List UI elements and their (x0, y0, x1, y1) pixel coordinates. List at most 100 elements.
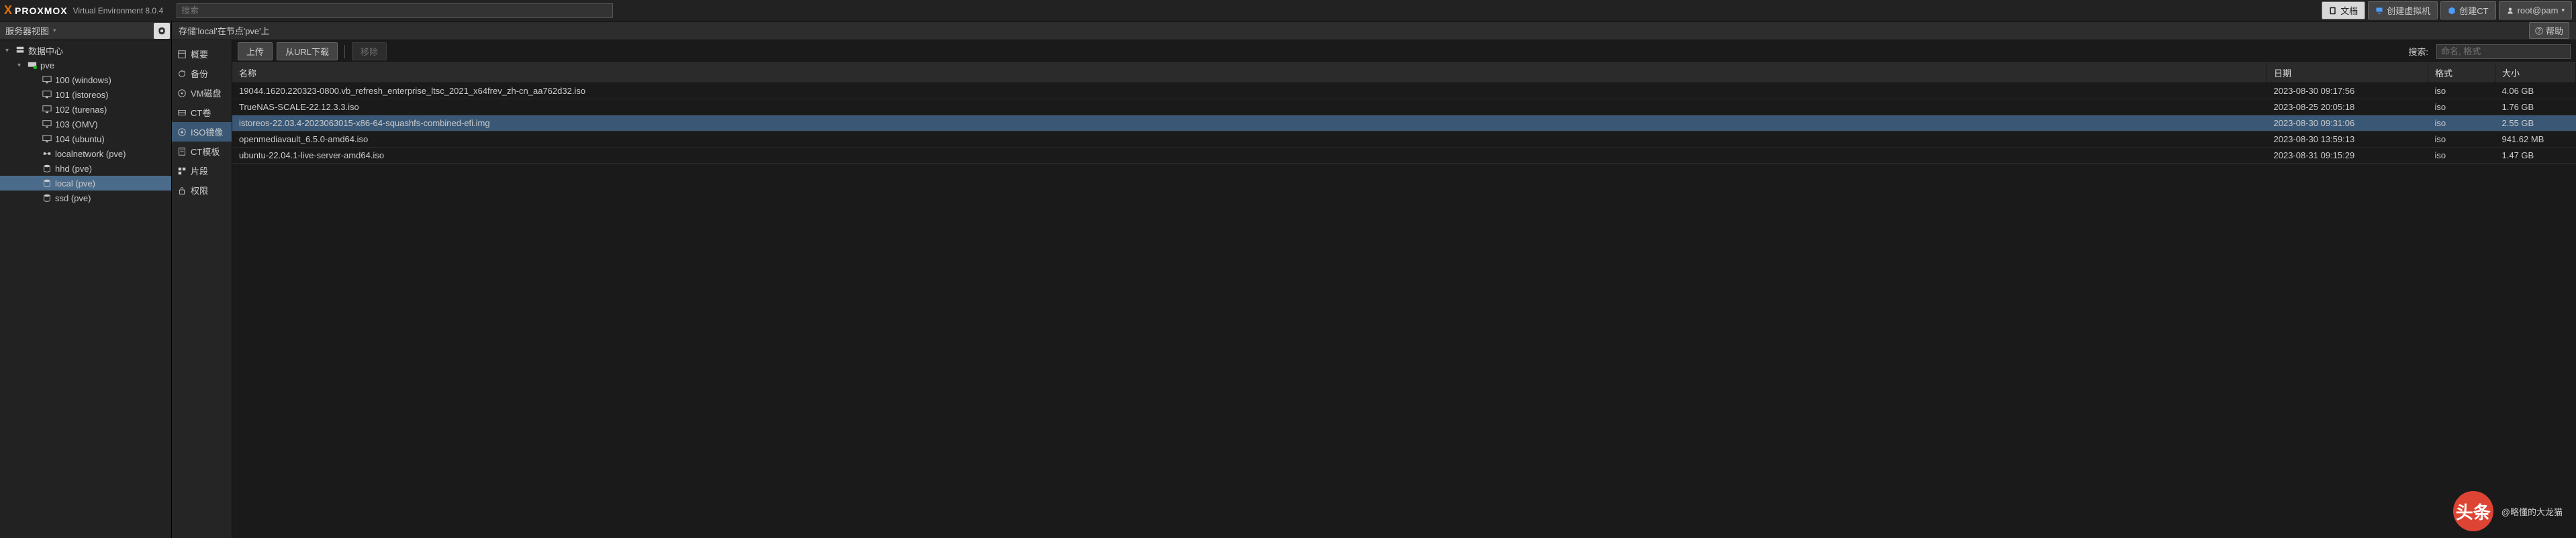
col-format[interactable]: 格式 (2428, 63, 2495, 83)
table-row[interactable]: 19044.1620.220323-0800.vb_refresh_enterp… (232, 83, 2576, 99)
cell-format: iso (2428, 148, 2495, 164)
sidebar-item-iso[interactable]: ISO镜像 (172, 122, 232, 142)
network-icon (42, 149, 52, 158)
iso-table: 名称 日期 格式 大小 19044.1620.220323-0800.vb_re… (232, 63, 2576, 164)
tree-vm-101[interactable]: 101 (istoreos) (0, 87, 171, 102)
database-icon (42, 178, 52, 188)
table-row[interactable]: ubuntu-22.04.1-live-server-amd64.iso2023… (232, 148, 2576, 164)
create-vm-button[interactable]: 创建虚拟机 (2368, 1, 2438, 19)
tree-storage[interactable]: ssd (pve) (0, 191, 171, 205)
sidebar-item-ctvol[interactable]: CT卷 (172, 103, 232, 122)
snippet-icon (177, 166, 187, 176)
disk-icon (177, 89, 187, 98)
content-panel: 存储'local'在节点'pve'上 ? 帮助 概要备份 VM磁盘 CT卷 ISO镜像… (172, 21, 2576, 538)
table-row[interactable]: openmediavault_6.5.0-amd64.iso2023-08-30… (232, 131, 2576, 148)
resource-tree: ▾ 数据中心 ▾ pve 100 (windows) 101 (istoreos)… (0, 40, 171, 208)
content-title-bar: 存储'local'在节点'pve'上 ? 帮助 (172, 21, 2576, 40)
chevron-down-icon: ▾ (53, 27, 56, 34)
cell-name: TrueNAS-SCALE-22.12.3.3.iso (232, 99, 2267, 115)
sidebar-item-label: 概要 (191, 48, 208, 60)
help-button[interactable]: ? 帮助 (2529, 22, 2569, 39)
sidebar-item-tmpl[interactable]: CT模板 (172, 142, 232, 161)
tree-view-label: 服务器视图 (5, 24, 49, 37)
book-icon (2329, 7, 2337, 15)
perm-icon (177, 186, 187, 195)
tree-vm-104[interactable]: 104 (ubuntu) (0, 131, 171, 146)
sidebar-item-backup[interactable]: 备份 (172, 64, 232, 83)
database-icon (42, 193, 52, 203)
create-ct-label: 创建CT (2459, 4, 2488, 17)
tree-storage[interactable]: localnetwork (pve) (0, 146, 171, 161)
content-title: 存储'local'在节点'pve'上 (179, 24, 270, 37)
sidebar-item-label: 备份 (191, 67, 208, 80)
database-icon (42, 164, 52, 173)
sidebar-item-disk[interactable]: VM磁盘 (172, 83, 232, 103)
create-vm-label: 创建虚拟机 (2387, 4, 2430, 17)
search-label: 搜索: (2408, 45, 2428, 58)
caret-down-icon: ▾ (5, 47, 12, 54)
cell-size: 941.62 MB (2495, 131, 2576, 148)
docs-label: 文档 (2340, 4, 2358, 17)
tree-vm-102[interactable]: 102 (turenas) (0, 102, 171, 117)
tree-settings-button[interactable] (154, 23, 170, 39)
node-online-icon (28, 60, 37, 70)
sidebar-item-label: 权限 (191, 184, 208, 197)
cell-size: 4.06 GB (2495, 83, 2576, 99)
sidebar-item-snippet[interactable]: 片段 (172, 161, 232, 180)
cell-name: openmediavault_6.5.0-amd64.iso (232, 131, 2267, 148)
cell-format: iso (2428, 83, 2495, 99)
tree-storage[interactable]: local (pve) (0, 176, 171, 191)
ctvol-icon (177, 108, 187, 117)
node-label: 数据中心 (28, 44, 63, 57)
table-row[interactable]: istoreos-22.03.4-2023063015-x86-64-squas… (232, 115, 2576, 131)
node-label: pve (40, 60, 54, 70)
sidebar-item-label: CT模板 (191, 145, 220, 158)
col-date[interactable]: 日期 (2267, 63, 2428, 83)
global-search-input[interactable] (177, 3, 613, 18)
col-name[interactable]: 名称 (232, 63, 2267, 83)
sidebar-item-summary[interactable]: 概要 (172, 44, 232, 64)
sidebar-item-label: ISO镜像 (191, 125, 223, 138)
upload-button[interactable]: 上传 (238, 42, 273, 60)
tree-view-selector[interactable]: 服务器视图 ▾ (0, 21, 171, 40)
table-toolbar: 上传 从URL下载 移除 搜索: (232, 40, 2576, 63)
tree-datacenter[interactable]: ▾ 数据中心 (0, 43, 171, 58)
sidebar-item-label: VM磁盘 (191, 87, 222, 99)
remove-button[interactable]: 移除 (352, 42, 387, 60)
tree-vm-103[interactable]: 103 (OMV) (0, 117, 171, 131)
iso-table-area: 上传 从URL下载 移除 搜索: 名称 日期 格式 大小 19044.1620 (232, 40, 2576, 538)
col-size[interactable]: 大小 (2495, 63, 2576, 83)
cell-name: istoreos-22.03.4-2023063015-x86-64-squas… (232, 115, 2267, 131)
app-header: X PROXMOX Virtual Environment 8.0.4 文档 创… (0, 0, 2576, 21)
caret-down-icon: ▾ (17, 62, 24, 69)
storage-sidebar: 概要备份 VM磁盘 CT卷 ISO镜像 CT模板片段权限 (172, 40, 232, 538)
cell-format: iso (2428, 99, 2495, 115)
node-label: 102 (turenas) (55, 105, 107, 115)
server-icon (15, 46, 25, 55)
tmpl-icon (177, 147, 187, 156)
brand-text: PROXMOX (15, 5, 68, 16)
node-label: 104 (ubuntu) (55, 134, 105, 144)
cube-icon (2448, 7, 2456, 15)
node-label: ssd (pve) (55, 193, 91, 203)
node-label: local (pve) (55, 178, 95, 189)
monitor-icon (42, 105, 52, 114)
monitor-icon (2375, 7, 2383, 15)
user-menu-button[interactable]: root@pam ▾ (2499, 1, 2572, 19)
download-url-button[interactable]: 从URL下载 (277, 42, 338, 60)
tree-vm-100[interactable]: 100 (windows) (0, 72, 171, 87)
tree-node-pve[interactable]: ▾ pve (0, 58, 171, 72)
table-row[interactable]: TrueNAS-SCALE-22.12.3.3.iso2023-08-25 20… (232, 99, 2576, 115)
sidebar-item-perm[interactable]: 权限 (172, 180, 232, 200)
toolbar-divider (344, 45, 345, 58)
tree-storage[interactable]: hhd (pve) (0, 161, 171, 176)
cell-name: 19044.1620.220323-0800.vb_refresh_enterp… (232, 83, 2267, 99)
docs-button[interactable]: 文档 (2322, 1, 2365, 19)
node-label: 100 (windows) (55, 75, 111, 85)
cell-date: 2023-08-30 09:31:06 (2267, 115, 2428, 131)
node-label: localnetwork (pve) (55, 149, 126, 159)
node-label: 101 (istoreos) (55, 90, 108, 100)
create-ct-button[interactable]: 创建CT (2440, 1, 2495, 19)
table-search-input[interactable] (2436, 44, 2571, 59)
iso-icon (177, 127, 187, 137)
